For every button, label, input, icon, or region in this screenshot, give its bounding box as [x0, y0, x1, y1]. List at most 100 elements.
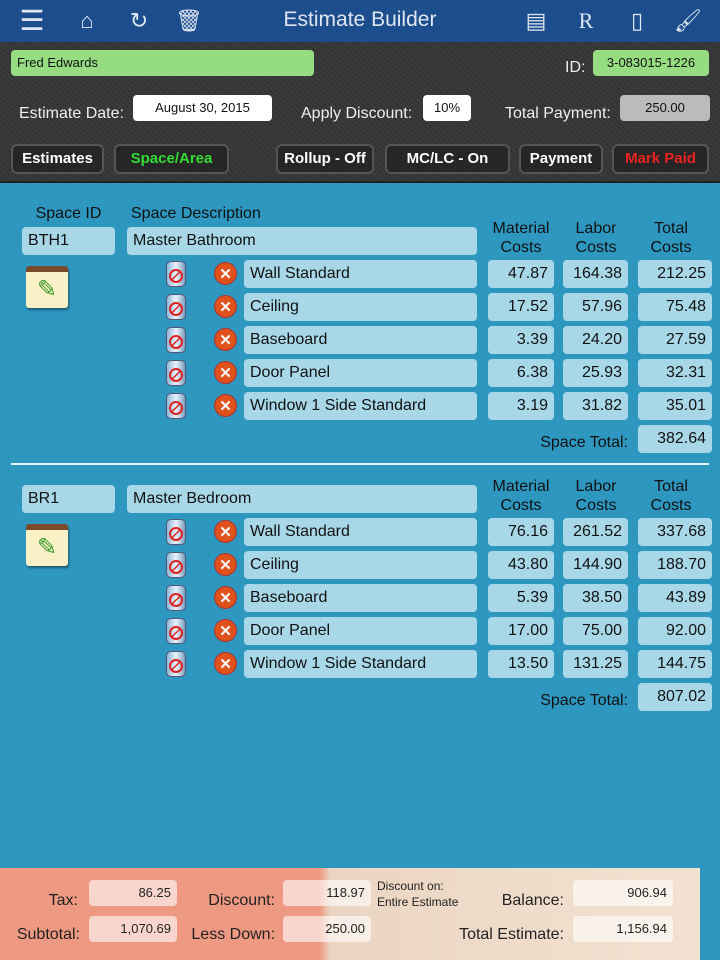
- material-cost-field[interactable]: 13.50: [488, 650, 554, 678]
- labor-cost-field[interactable]: 75.00: [563, 617, 628, 645]
- item-name-field[interactable]: Door Panel: [244, 359, 477, 387]
- delete-item-icon[interactable]: ✕: [214, 553, 237, 576]
- labor-cost-field[interactable]: 57.96: [563, 293, 628, 321]
- material-cost-field[interactable]: 3.39: [488, 326, 554, 354]
- delete-item-icon[interactable]: ✕: [214, 586, 237, 609]
- apply-discount-label: Apply Discount:: [301, 105, 413, 122]
- material-cost-field[interactable]: 6.38: [488, 359, 554, 387]
- total-cost-field: 188.70: [638, 551, 712, 579]
- mc-lc-button[interactable]: MC/LC - On: [385, 144, 510, 174]
- item-name-field[interactable]: Ceiling: [244, 551, 477, 579]
- total-costs-header: Total Costs: [650, 478, 692, 514]
- material-costs-header: Material Costs: [492, 478, 550, 514]
- delete-item-icon[interactable]: ✕: [214, 262, 237, 285]
- item-name-field[interactable]: Ceiling: [244, 293, 477, 321]
- delete-item-icon[interactable]: ✕: [214, 328, 237, 351]
- item-name-field[interactable]: Window 1 Side Standard: [244, 392, 477, 420]
- total-costs-header: Total Costs: [650, 220, 692, 256]
- paint-can-icon[interactable]: [166, 585, 186, 611]
- item-name-field[interactable]: Wall Standard: [244, 518, 477, 546]
- file-cabinet-icon[interactable]: ▤: [521, 6, 551, 36]
- delete-item-icon[interactable]: ✕: [214, 520, 237, 543]
- space-description-field[interactable]: Master Bathroom: [127, 227, 477, 255]
- labor-costs-header: Labor Costs: [575, 478, 617, 514]
- paint-can-icon[interactable]: [166, 393, 186, 419]
- r-icon[interactable]: R: [571, 6, 601, 36]
- space-description-field[interactable]: Master Bedroom: [127, 485, 477, 513]
- payment-button[interactable]: Payment: [519, 144, 603, 174]
- divider: [11, 463, 709, 465]
- space-total-value: 382.64: [638, 425, 712, 453]
- notepad-edit-icon[interactable]: ✎: [26, 524, 68, 566]
- balance-label: Balance:: [501, 892, 564, 909]
- mark-paid-button[interactable]: Mark Paid: [612, 144, 709, 174]
- item-name-field[interactable]: Baseboard: [244, 326, 477, 354]
- labor-cost-field[interactable]: 31.82: [563, 392, 628, 420]
- item-name-field[interactable]: Wall Standard: [244, 260, 477, 288]
- delete-item-icon[interactable]: ✕: [214, 361, 237, 384]
- paint-can-icon[interactable]: [166, 294, 186, 320]
- paint-can-icon[interactable]: [166, 327, 186, 353]
- material-cost-field[interactable]: 47.87: [488, 260, 554, 288]
- estimates-button[interactable]: Estimates: [11, 144, 104, 174]
- item-name-field[interactable]: Window 1 Side Standard: [244, 650, 477, 678]
- tax-label: Tax:: [48, 892, 78, 909]
- subtotal-label: Subtotal:: [16, 926, 80, 943]
- paint-can-icon[interactable]: [166, 360, 186, 386]
- page-title: Estimate Builder: [283, 8, 437, 31]
- paint-can-icon[interactable]: [166, 519, 186, 545]
- labor-cost-field[interactable]: 25.93: [563, 359, 628, 387]
- totals-footer: Tax: 86.25 Subtotal: 1,070.69 Discount: …: [0, 868, 720, 960]
- paintbrush-icon[interactable]: 🖌: [673, 6, 703, 36]
- item-name-field[interactable]: Baseboard: [244, 584, 477, 612]
- space-total-label: Space Total:: [540, 434, 628, 451]
- estimate-id-field[interactable]: 3-083015-1226: [593, 50, 709, 76]
- delete-item-icon[interactable]: ✕: [214, 619, 237, 642]
- paint-can-icon[interactable]: [166, 552, 186, 578]
- header: ☰ ⌂ ↻ 🗑 Estimate Builder ▤ R ▯ 🖌: [0, 0, 720, 42]
- notepad-edit-icon[interactable]: ✎: [26, 266, 68, 308]
- labor-cost-field[interactable]: 38.50: [563, 584, 628, 612]
- total-estimate-value: 1,156.94: [573, 916, 673, 942]
- balance-value: 906.94: [573, 880, 673, 906]
- total-cost-field: 32.31: [638, 359, 712, 387]
- total-cost-field: 337.68: [638, 518, 712, 546]
- delete-item-icon[interactable]: ✕: [214, 295, 237, 318]
- total-cost-field: 92.00: [638, 617, 712, 645]
- estimate-date-field[interactable]: August 30, 2015: [133, 95, 272, 121]
- space-total-value: 807.02: [638, 683, 712, 711]
- labor-cost-field[interactable]: 261.52: [563, 518, 628, 546]
- total-cost-field: 43.89: [638, 584, 712, 612]
- apply-discount-field[interactable]: 10%: [423, 95, 471, 121]
- customer-name-field[interactable]: Fred Edwards: [11, 50, 314, 76]
- space-id-field[interactable]: BTH1: [22, 227, 115, 255]
- subtotal-value: 1,070.69: [89, 916, 177, 942]
- material-cost-field[interactable]: 5.39: [488, 584, 554, 612]
- material-cost-field[interactable]: 17.52: [488, 293, 554, 321]
- paint-can-icon[interactable]: [166, 261, 186, 287]
- item-name-field[interactable]: Door Panel: [244, 617, 477, 645]
- space-id-field[interactable]: BR1: [22, 485, 115, 513]
- material-cost-field[interactable]: 43.80: [488, 551, 554, 579]
- total-cost-field: 75.48: [638, 293, 712, 321]
- document-icon[interactable]: ▯: [622, 6, 652, 36]
- labor-cost-field[interactable]: 144.90: [563, 551, 628, 579]
- total-estimate-label: Total Estimate:: [459, 926, 564, 943]
- paint-can-icon[interactable]: [166, 618, 186, 644]
- material-cost-field[interactable]: 76.16: [488, 518, 554, 546]
- material-cost-field[interactable]: 17.00: [488, 617, 554, 645]
- total-cost-field: 27.59: [638, 326, 712, 354]
- labor-cost-field[interactable]: 131.25: [563, 650, 628, 678]
- delete-item-icon[interactable]: ✕: [214, 394, 237, 417]
- delete-item-icon[interactable]: ✕: [214, 652, 237, 675]
- discount-value: 118.97: [283, 880, 371, 906]
- space-area-button[interactable]: Space/Area: [114, 144, 229, 174]
- less-down-value: 250.00: [283, 916, 371, 942]
- material-cost-field[interactable]: 3.19: [488, 392, 554, 420]
- labor-cost-field[interactable]: 24.20: [563, 326, 628, 354]
- paint-can-icon[interactable]: [166, 651, 186, 677]
- rollup-button[interactable]: Rollup - Off: [276, 144, 374, 174]
- labor-costs-header: Labor Costs: [575, 220, 617, 256]
- discount-label: Discount:: [208, 892, 275, 909]
- labor-cost-field[interactable]: 164.38: [563, 260, 628, 288]
